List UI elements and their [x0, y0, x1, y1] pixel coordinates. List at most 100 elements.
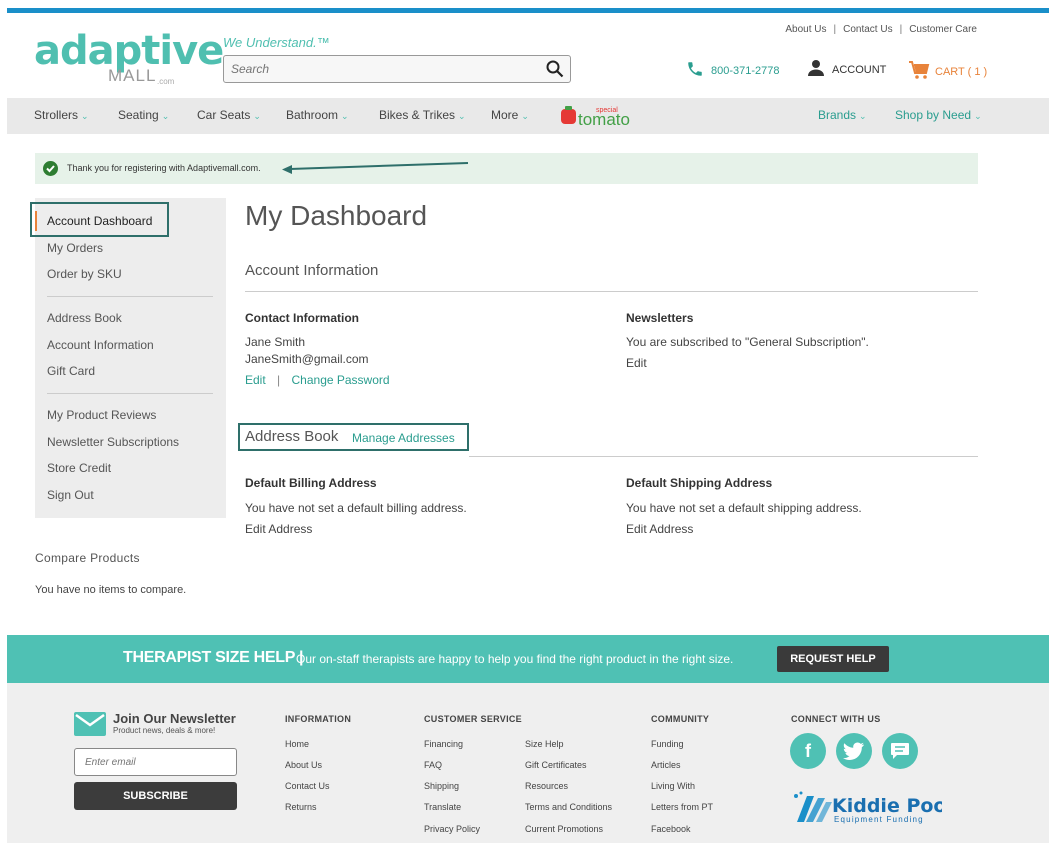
contact-us-link[interactable]: Contact Us	[843, 24, 892, 35]
success-message: Thank you for registering with Adaptivem…	[35, 153, 978, 184]
customer-care-link[interactable]: Customer Care	[909, 24, 977, 35]
sidebar-item-my-orders[interactable]: My Orders	[47, 241, 103, 255]
sidebar-item-my-product-reviews[interactable]: My Product Reviews	[47, 408, 156, 422]
account-information-title: Account Information	[245, 262, 379, 279]
footer-link-terms[interactable]: Terms and Conditions	[525, 802, 612, 812]
newsletter-subtitle: Product news, deals & more!	[113, 726, 216, 735]
footer-link-size-help[interactable]: Size Help	[525, 739, 564, 749]
top-links: About Us | Contact Us | Customer Care	[785, 24, 977, 35]
nav-bikes-trikes[interactable]: Bikes & Trikes ⌄	[379, 108, 466, 122]
footer-link-gift-certificates[interactable]: Gift Certificates	[525, 760, 587, 770]
sidebar-item-account-information[interactable]: Account Information	[47, 338, 154, 352]
sidebar-item-store-credit[interactable]: Store Credit	[47, 461, 111, 475]
footer-link-facebook[interactable]: Facebook	[651, 824, 691, 834]
cart-link[interactable]: CART ( 1 )	[908, 60, 987, 83]
edit-billing-address-link[interactable]: Edit Address	[245, 522, 312, 536]
sidebar-divider	[47, 296, 213, 297]
sidebar-item-order-by-sku[interactable]: Order by SKU	[47, 267, 122, 281]
change-password-link[interactable]: Change Password	[292, 373, 390, 387]
phone[interactable]: 800-371-2778	[686, 60, 780, 81]
community-title: COMMUNITY	[651, 714, 710, 724]
footer-link-financing[interactable]: Financing	[424, 739, 463, 749]
page-title: My Dashboard	[245, 200, 428, 231]
nav-car-seats[interactable]: Car Seats ⌄	[197, 108, 261, 122]
edit-newsletters-link[interactable]: Edit	[626, 356, 647, 370]
footer-link-contact-us[interactable]: Contact Us	[285, 781, 330, 791]
newsletter-email-input[interactable]	[74, 748, 237, 776]
footer-link-articles[interactable]: Articles	[651, 760, 681, 770]
account-label: ACCOUNT	[832, 63, 887, 76]
section-divider	[245, 291, 978, 292]
chevron-down-icon: ⌄	[974, 111, 982, 121]
footer-link-translate[interactable]: Translate	[424, 802, 461, 812]
phone-icon	[686, 60, 704, 81]
footer-link-shipping[interactable]: Shipping	[424, 781, 459, 791]
account-link[interactable]: ACCOUNT	[807, 59, 886, 80]
sidebar-item-address-book[interactable]: Address Book	[47, 311, 122, 325]
search-icon[interactable]	[546, 60, 564, 81]
chevron-down-icon: ⌄	[521, 111, 529, 121]
tagline: We Understand.™	[223, 35, 330, 50]
special-tomato-logo[interactable]: special tomato	[560, 104, 636, 131]
compare-products-text: You have no items to compare.	[35, 584, 187, 596]
footer-link-about-us[interactable]: About Us	[285, 760, 322, 770]
newsletter-title: Join Our Newsletter	[113, 711, 236, 726]
footer-link-funding[interactable]: Funding	[651, 739, 684, 749]
edit-contact-link[interactable]: Edit	[245, 373, 266, 387]
sidebar-divider	[47, 393, 213, 394]
main-nav: Strollers ⌄ Seating ⌄ Car Seats ⌄ Bathroom ⌄…	[7, 98, 1049, 134]
default-shipping-text: You have not set a default shipping addr…	[626, 501, 862, 515]
twitter-icon[interactable]	[836, 733, 872, 769]
section-divider	[469, 456, 978, 457]
cart-label: CART ( 1 )	[935, 65, 988, 78]
chevron-down-icon: ⌄	[341, 111, 349, 121]
footer: Join Our Newsletter Product news, deals …	[7, 683, 1049, 843]
customer-service-title: CUSTOMER SERVICE	[424, 714, 522, 724]
compare-products-title: Compare Products	[35, 551, 140, 565]
kiddie-pool-logo[interactable]: Kiddie Pool Equipment Funding	[792, 788, 953, 829]
sidebar-item-newsletter-subscriptions[interactable]: Newsletter Subscriptions	[47, 435, 179, 449]
user-icon	[807, 59, 825, 80]
connect-title: CONNECT WITH US	[791, 714, 881, 724]
edit-shipping-address-link[interactable]: Edit Address	[626, 522, 693, 536]
nav-more[interactable]: More ⌄	[491, 108, 529, 122]
chevron-down-icon: ⌄	[253, 111, 261, 121]
contact-email: JaneSmith@gmail.com	[245, 352, 369, 366]
facebook-icon[interactable]: f	[790, 733, 826, 769]
arrow-left-icon	[282, 162, 469, 174]
sidebar-item-gift-card[interactable]: Gift Card	[47, 364, 95, 378]
subscribe-button[interactable]: SUBSCRIBE	[74, 782, 237, 810]
chevron-down-icon: ⌄	[161, 111, 170, 121]
about-us-link[interactable]: About Us	[785, 24, 826, 35]
top-accent-bar	[7, 8, 1049, 13]
logo-com: .com	[157, 77, 175, 86]
footer-link-faq[interactable]: FAQ	[424, 760, 442, 770]
phone-number: 800-371-2778	[711, 64, 780, 77]
nav-brands[interactable]: Brands ⌄	[818, 108, 867, 122]
nav-seating[interactable]: Seating ⌄	[118, 108, 169, 122]
request-help-button[interactable]: REQUEST HELP	[777, 646, 889, 672]
check-circle-icon	[43, 161, 58, 176]
footer-link-home[interactable]: Home	[285, 739, 309, 749]
footer-link-letters-from-pt[interactable]: Letters from PT	[651, 802, 713, 812]
manage-addresses-link[interactable]: Manage Addresses	[352, 431, 455, 445]
chat-icon[interactable]	[882, 733, 918, 769]
success-text: Thank you for registering with Adaptivem…	[67, 163, 261, 173]
footer-link-living-with[interactable]: Living With	[651, 781, 695, 791]
band-text: Our on-staff therapists are happy to hel…	[296, 652, 734, 666]
chevron-down-icon: ⌄	[859, 111, 867, 121]
chevron-down-icon: ⌄	[458, 111, 466, 121]
search-input[interactable]	[224, 56, 534, 82]
nav-bathroom[interactable]: Bathroom ⌄	[286, 108, 349, 122]
kiddie-subtitle: Equipment Funding	[834, 815, 924, 824]
footer-link-resources[interactable]: Resources	[525, 781, 568, 791]
nav-strollers[interactable]: Strollers ⌄	[34, 108, 89, 122]
default-billing-text: You have not set a default billing addre…	[245, 501, 467, 515]
footer-link-privacy-policy[interactable]: Privacy Policy	[424, 824, 480, 834]
address-book-title: Address Book	[245, 428, 339, 445]
link-separator: |	[277, 373, 281, 387]
footer-link-current-promotions[interactable]: Current Promotions	[525, 824, 603, 834]
sidebar-item-sign-out[interactable]: Sign Out	[47, 488, 94, 502]
footer-link-returns[interactable]: Returns	[285, 802, 317, 812]
nav-shop-by-need[interactable]: Shop by Need ⌄	[895, 108, 982, 122]
